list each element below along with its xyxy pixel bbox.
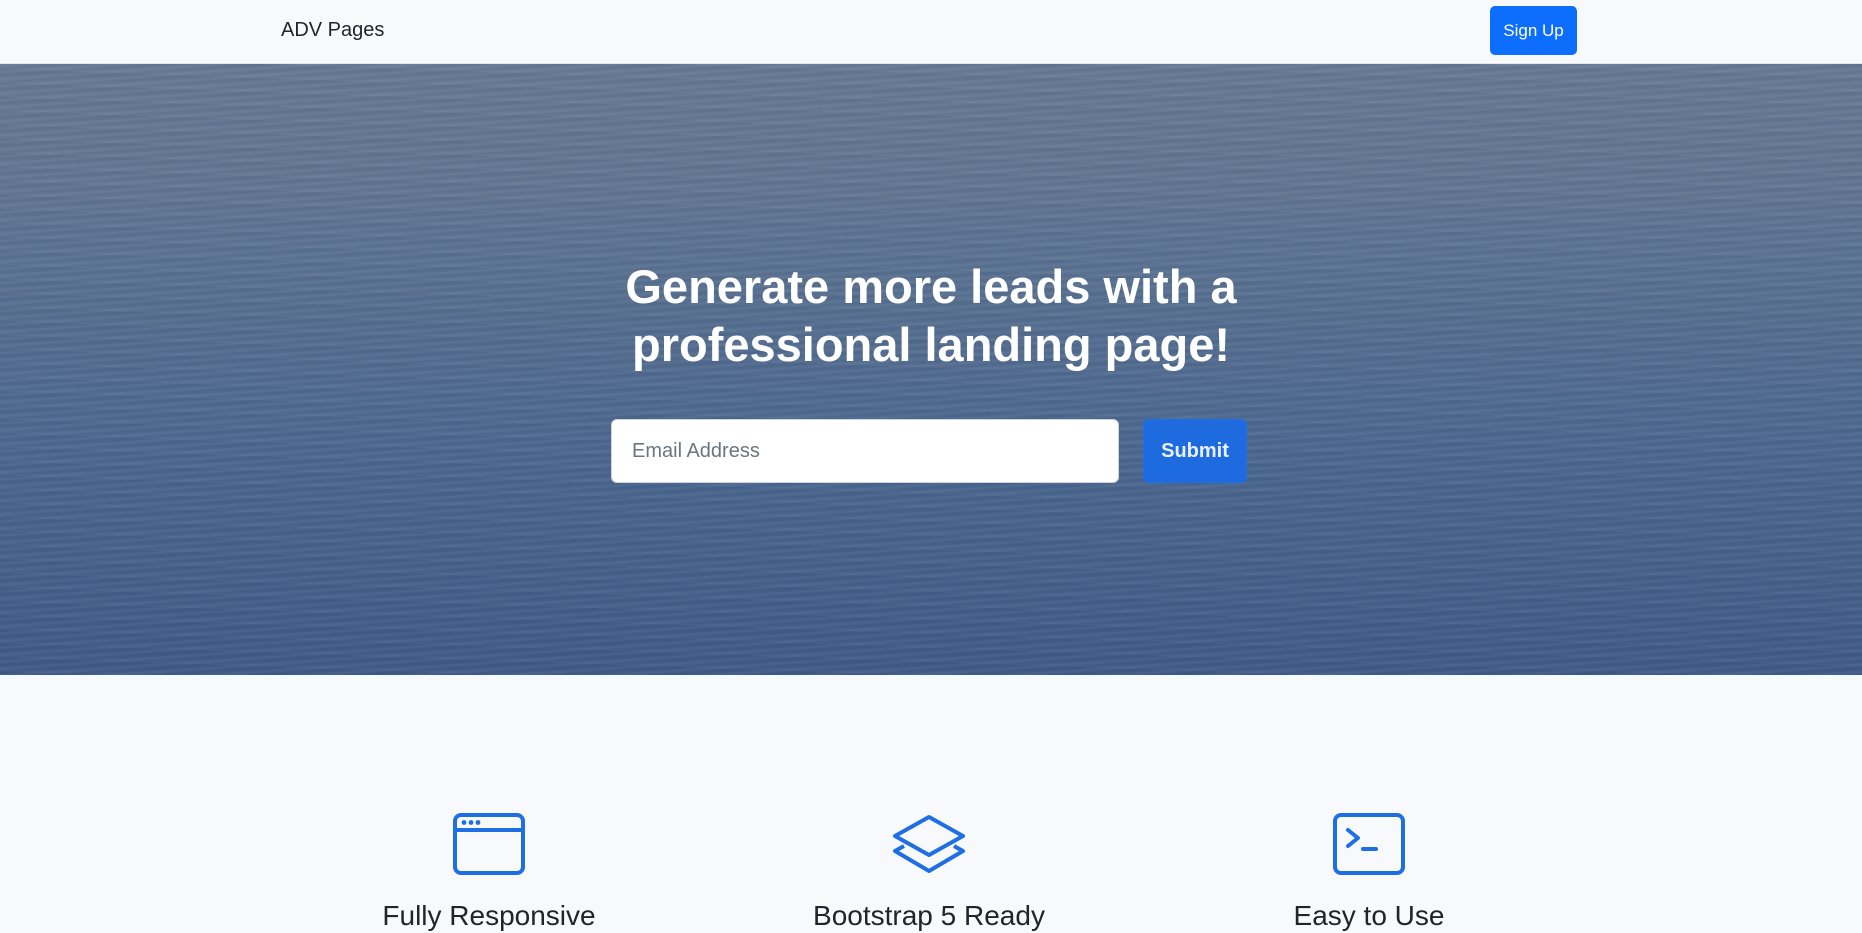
navbar: ADV Pages Sign Up: [0, 0, 1862, 64]
sign-up-button[interactable]: Sign Up: [1490, 6, 1577, 55]
feature-title: Easy to Use: [1293, 900, 1445, 931]
brand-logo[interactable]: ADV Pages: [281, 19, 384, 42]
email-input[interactable]: [611, 419, 1119, 483]
feature-bootstrap-ready: Bootstrap 5 Ready: [749, 811, 1109, 933]
feature-title: Bootstrap 5 Ready: [813, 900, 1045, 931]
feature-title: Fully Responsive: [382, 900, 596, 931]
hero-title: Generate more leads with a professional …: [0, 258, 1862, 374]
hero-title-line-2: professional landing page!: [631, 318, 1230, 371]
hero-title-line-1: Generate more leads with a: [625, 260, 1237, 313]
submit-button[interactable]: Submit: [1143, 419, 1247, 483]
hero-section: Generate more leads with a professional …: [0, 64, 1862, 675]
browser-window-icon: [453, 813, 525, 875]
terminal-icon: [1333, 813, 1405, 875]
layers-icon: [893, 815, 965, 873]
feature-fully-responsive: Fully Responsive: [309, 811, 669, 933]
feature-easy-to-use: Easy to Use: [1189, 811, 1549, 933]
features-section: Fully Responsive Bootstrap 5 Ready Easy …: [0, 675, 1862, 931]
